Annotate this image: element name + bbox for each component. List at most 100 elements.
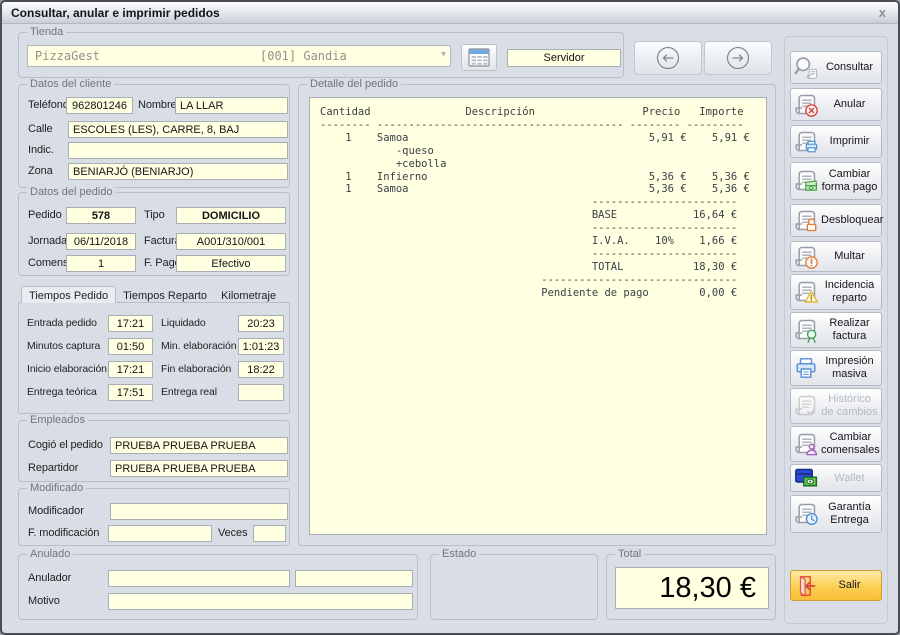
motivo-field[interactable] [108,593,413,610]
empleados-group-label: Empleados [27,414,88,427]
pedido-group: Datos del pedido Pedido 578 Tipo DOMICIL… [18,192,290,276]
fmod-field[interactable] [108,525,212,542]
motivo-label: Motivo [28,593,60,610]
incidencia-reparto-button[interactable]: Incidencia reparto [790,274,882,310]
order-detail-text: Cantidad Descripción Precio Importe ----… [310,98,766,308]
telefono-field[interactable]: 962801246 [66,97,133,114]
anulado-group-label: Anulado [27,548,73,561]
inicio-field[interactable]: 17:21 [108,361,153,378]
button-label: Anular [821,98,881,111]
anulador-label: Anulador [28,570,71,587]
button-label: Multar [821,250,881,263]
dialog-window: Consultar, anular e imprimir pedidos x T… [0,0,900,635]
zona-field[interactable]: BENIARJÓ (BENIARJO) [68,163,288,180]
teorica-field[interactable]: 17:51 [108,384,153,401]
liquidado-field[interactable]: 20:23 [238,315,284,332]
comens-label: Comens. [28,255,71,272]
repartidor-label: Repartidor [28,460,78,477]
wallet-icon [791,465,821,491]
button-label: Impresión masiva [821,355,881,380]
button-label: Garantía Entrega [821,501,881,526]
jornada-label: Jornada [28,233,67,250]
total-group-label: Total [615,548,644,561]
liquidado-label: Liquidado [161,315,206,332]
fin-field[interactable]: 18:22 [238,361,284,378]
detalle-group-label: Detalle del pedido [307,78,401,91]
cogio-label: Cogió el pedido [28,437,103,454]
impresion-masiva-button[interactable]: Impresión masiva [790,350,882,386]
indic-field[interactable] [68,142,288,159]
nombre-field[interactable]: LA LLAR [175,97,288,114]
imprimir-button[interactable]: Imprimir [790,125,882,158]
unlock-icon [791,208,821,234]
anular-button[interactable]: Anular [790,88,882,121]
server-field[interactable]: Servidor [507,49,621,67]
fpago-field[interactable]: Efectivo [176,255,286,272]
comens-field[interactable]: 1 [66,255,136,272]
fine-exclamation-icon [791,244,821,270]
tab-bar: Tiempos Pedido Tiempos Reparto Kilometra… [21,286,283,303]
button-label: Incidencia reparto [821,279,881,304]
button-label: Cambiar forma pago [821,168,881,193]
cambiar-comensales-button[interactable]: Cambiar comensales [790,426,882,462]
modificador-field[interactable] [110,503,288,520]
repartidor-field[interactable]: PRUEBA PRUEBA PRUEBA [110,460,288,477]
button-label: Wallet [821,472,881,485]
tab-tiempos-pedido[interactable]: Tiempos Pedido [21,286,116,303]
cambiar-forma-pago-button[interactable]: Cambiar forma pago [790,162,882,200]
diner-person-icon [791,431,821,457]
anulador-date-field[interactable] [295,570,413,587]
button-label: Desbloquear [821,214,886,227]
real-field[interactable] [238,384,284,401]
store-list-button[interactable] [461,44,497,71]
table-grid-icon [468,48,490,67]
tab-tiempos-reparto[interactable]: Tiempos Reparto [116,288,214,303]
nombre-label: Nombre [138,97,177,114]
prev-order-button[interactable] [634,41,702,75]
veces-label: Veces [218,525,247,542]
tienda-group: Tienda PizzaGest [001] Gandia ▾ Servidor [18,32,624,78]
anulado-group: Anulado Anulador Motivo [18,554,418,620]
consultar-button[interactable]: Consultar [790,51,882,84]
button-label: Realizar factura [821,317,881,342]
pedido-field[interactable]: 578 [66,207,136,224]
veces-field[interactable] [253,525,286,542]
calle-field[interactable]: ESCOLES (LES), CARRE, 8, BAJ [68,121,288,138]
entrada-field[interactable]: 17:21 [108,315,153,332]
fin-label: Fin elaboración [161,361,231,378]
warning-triangle-icon [791,279,821,305]
inicio-label: Inicio elaboración [27,361,107,378]
jornada-field[interactable]: 06/11/2018 [66,233,136,250]
captura-label: Minutos captura [27,338,100,355]
title-bar: Consultar, anular e imprimir pedidos x [2,2,898,24]
desbloquear-button[interactable]: Desbloquear [790,204,882,237]
min-elab-field[interactable]: 1:01:23 [238,338,284,355]
store-code: [001] Gandia [260,49,347,63]
anulador-field[interactable] [108,570,290,587]
store-combobox[interactable]: PizzaGest [001] Gandia ▾ [27,45,451,67]
next-order-button[interactable] [704,41,772,75]
factura-field[interactable]: A001/310/001 [176,233,286,250]
garantia-entrega-button[interactable]: Garantía Entrega [790,495,882,533]
button-label: Consultar [821,61,881,74]
order-detail-panel: Cantidad Descripción Precio Importe ----… [309,97,767,535]
cliente-group-label: Datos del cliente [27,78,114,91]
modificador-label: Modificador [28,503,84,520]
realizar-factura-button[interactable]: Realizar factura [790,312,882,348]
tab-kilometraje[interactable]: Kilometraje [214,288,283,303]
button-label: Histórico de cambios [821,393,881,418]
actions-panel: Consultar Anular Impr [784,36,888,624]
multar-button[interactable]: Multar [790,241,882,272]
salir-button[interactable]: Salir [790,570,882,601]
real-label: Entrega real [161,384,217,401]
cogio-field[interactable]: PRUEBA PRUEBA PRUEBA [110,437,288,454]
tipo-field[interactable]: DOMICILIO [176,207,286,224]
close-button[interactable]: x [879,5,886,20]
tienda-group-label: Tienda [27,26,66,39]
historico-cambios-button: Histórico de cambios [790,388,882,424]
tipo-label: Tipo [144,207,165,224]
captura-field[interactable]: 01:50 [108,338,153,355]
zona-label: Zona [28,163,53,180]
min-elab-label: Min. elaboración [161,338,236,355]
button-label: Cambiar comensales [821,431,883,456]
